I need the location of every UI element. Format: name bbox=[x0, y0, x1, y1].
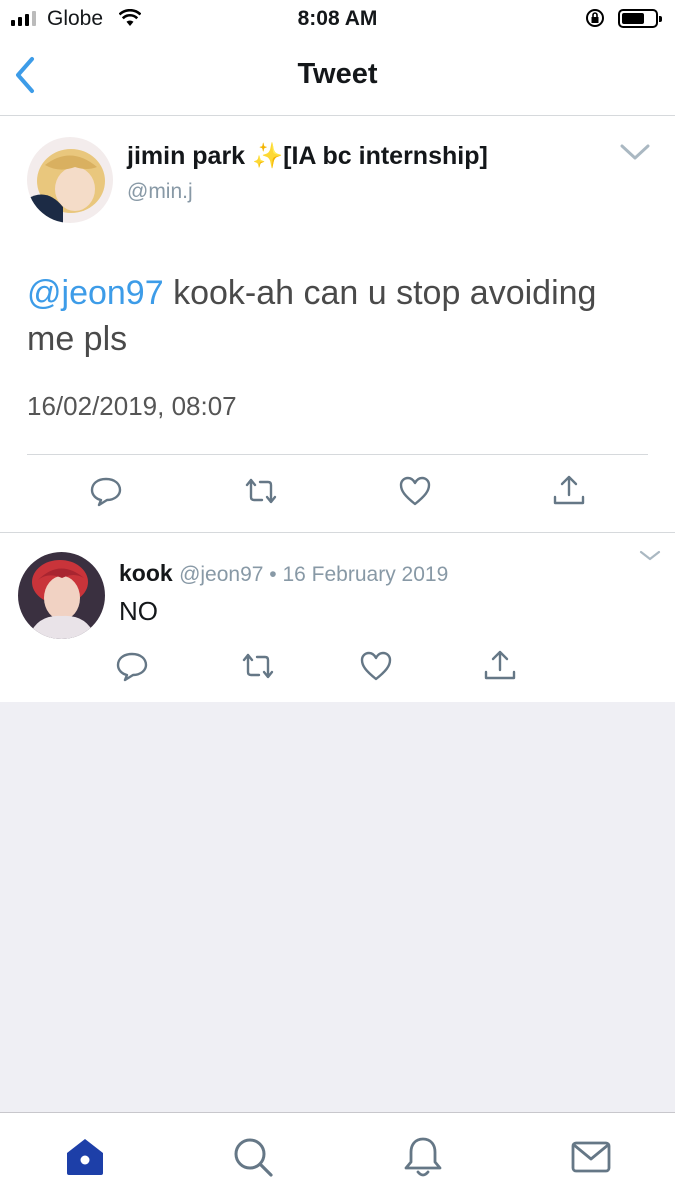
like-icon[interactable] bbox=[397, 473, 433, 509]
messages-icon[interactable] bbox=[569, 1135, 613, 1179]
chevron-down-icon[interactable] bbox=[619, 141, 651, 163]
reply-meta: @jeon97 • 16 February 2019 bbox=[179, 563, 449, 586]
author-handle[interactable]: @min.j bbox=[127, 180, 193, 204]
tweet-timestamp: 16/02/2019, 08:07 bbox=[27, 391, 237, 421]
reply-icon[interactable] bbox=[88, 473, 124, 509]
reply-header: kook @jeon97 • 16 February 2019 bbox=[119, 560, 448, 587]
share-icon[interactable] bbox=[482, 648, 518, 684]
divider bbox=[27, 454, 648, 455]
reply-author-avatar[interactable] bbox=[18, 552, 105, 639]
chevron-down-icon[interactable] bbox=[638, 548, 662, 564]
retweet-icon[interactable] bbox=[243, 473, 279, 509]
search-icon[interactable] bbox=[231, 1135, 275, 1179]
battery-icon bbox=[618, 9, 662, 28]
reply-text: NO bbox=[119, 596, 158, 626]
tweet-text: @jeon97 kook-ah can u stop avoiding me p… bbox=[27, 270, 647, 362]
tab-bar bbox=[0, 1112, 675, 1200]
home-icon[interactable] bbox=[63, 1135, 107, 1179]
share-icon[interactable] bbox=[551, 473, 587, 509]
notifications-icon[interactable] bbox=[401, 1135, 445, 1179]
rotation-lock-icon bbox=[586, 9, 604, 27]
retweet-icon[interactable] bbox=[240, 648, 276, 684]
reply-author-name[interactable]: kook bbox=[119, 560, 173, 586]
nav-bar: Tweet bbox=[0, 40, 675, 116]
author-avatar[interactable] bbox=[27, 137, 113, 223]
page-title: Tweet bbox=[297, 58, 378, 90]
main-tweet: jimin park ✨[IA bc internship] @min.j @j… bbox=[0, 117, 675, 533]
reply-icon[interactable] bbox=[114, 648, 150, 684]
status-bar: Globe 8:08 AM bbox=[0, 0, 675, 40]
reply-tweet[interactable]: kook @jeon97 • 16 February 2019 NO bbox=[0, 534, 675, 702]
author-name[interactable]: jimin park ✨[IA bc internship] bbox=[127, 142, 488, 171]
empty-area bbox=[0, 702, 675, 1112]
like-icon[interactable] bbox=[358, 648, 394, 684]
mention-link[interactable]: @jeon97 bbox=[27, 274, 164, 312]
status-time: 8:08 AM bbox=[297, 7, 378, 30]
tweet-actions bbox=[0, 473, 675, 513]
